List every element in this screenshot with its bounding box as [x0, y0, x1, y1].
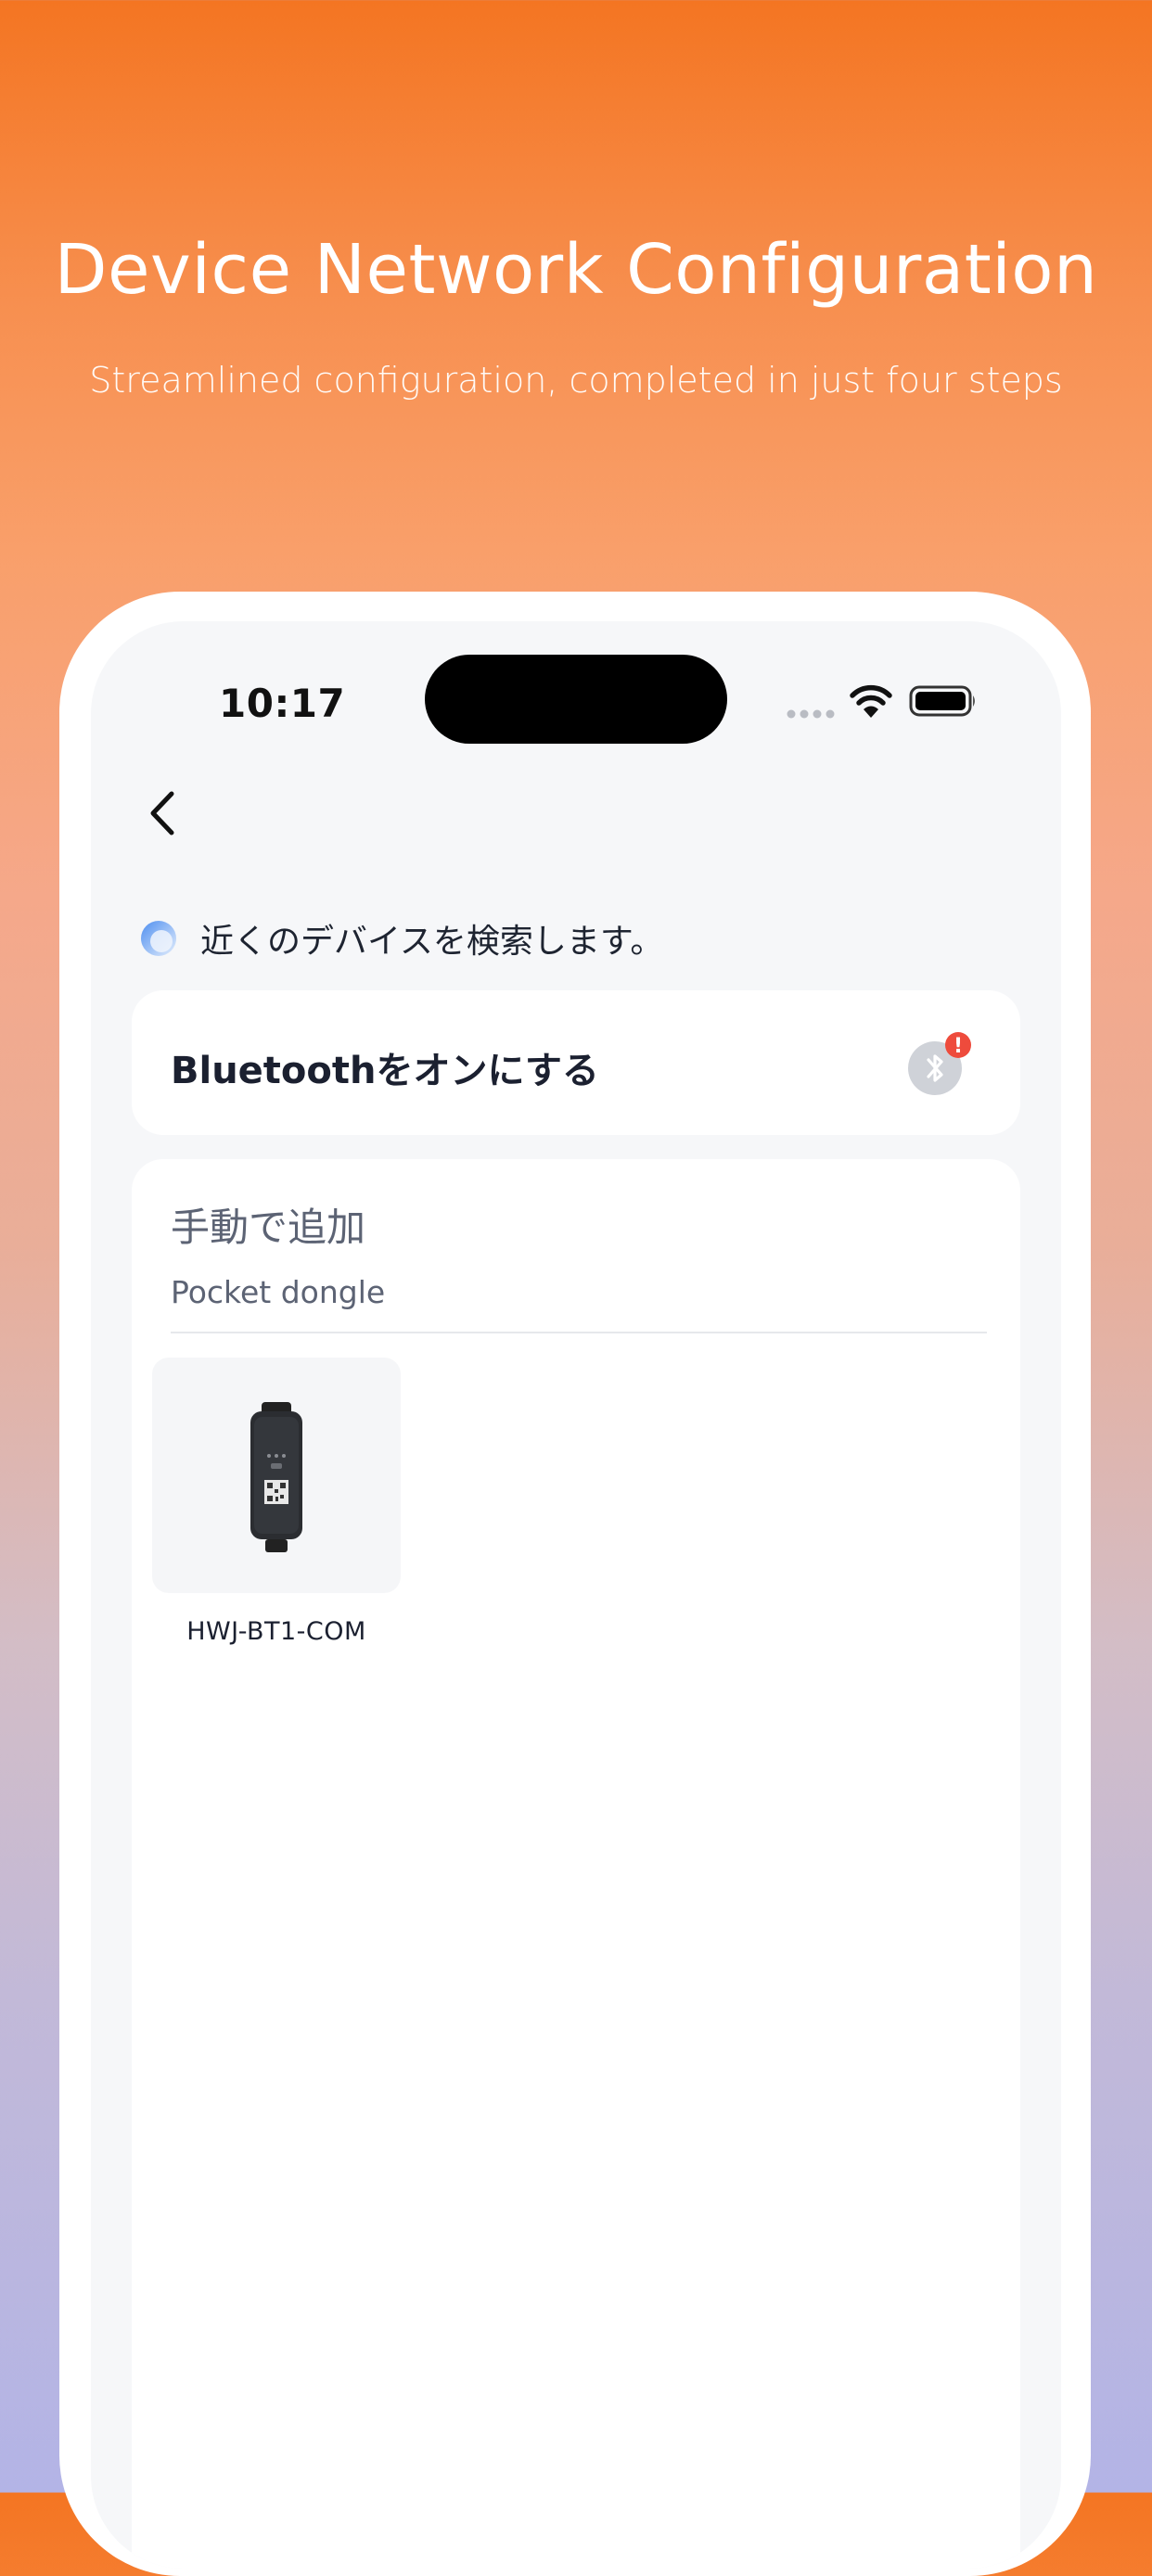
searching-text: 近くのデバイスを検索します。 — [200, 923, 664, 961]
status-time: 10:17 — [219, 681, 346, 726]
category-label: Pocket dongle — [171, 1274, 386, 1310]
hero-title: Device Network Configuration — [54, 230, 1098, 310]
dynamic-island — [425, 655, 727, 744]
battery-icon — [909, 685, 975, 717]
searching-status: 近くのデバイスを検索します。 — [139, 914, 663, 963]
bluetooth-label: Bluetoothをオンにする — [171, 1050, 599, 1092]
chevron-left-icon — [150, 791, 174, 835]
bluetooth-warning-badge: ! — [954, 1035, 963, 1058]
hero-subtitle: Streamlined configuration, completed in … — [89, 360, 1063, 401]
bluetooth-card[interactable]: Bluetoothをオンにする ! — [132, 990, 1020, 1135]
device-tile[interactable] — [152, 1358, 401, 1593]
searching-spinner-icon — [141, 921, 176, 956]
manual-add-title: 手動で追加 — [171, 1205, 366, 1250]
phone-screen: 10:17 近くのデバイスを検索します。 Bluetoothをオンにする ! 手… — [91, 621, 1061, 2569]
manual-add-card: 手動で追加 Pocket dongle HWJ-BT1-COM — [132, 1159, 1020, 2569]
pocket-dongle-image — [250, 1402, 302, 1552]
divider — [171, 1332, 987, 1333]
device-name[interactable]: HWJ-BT1-COM — [152, 1617, 401, 1646]
back-button[interactable] — [130, 781, 195, 846]
cellular-signal-icon — [787, 709, 835, 719]
bluetooth-icon: ! — [908, 1032, 971, 1095]
wifi-icon — [850, 684, 892, 718]
